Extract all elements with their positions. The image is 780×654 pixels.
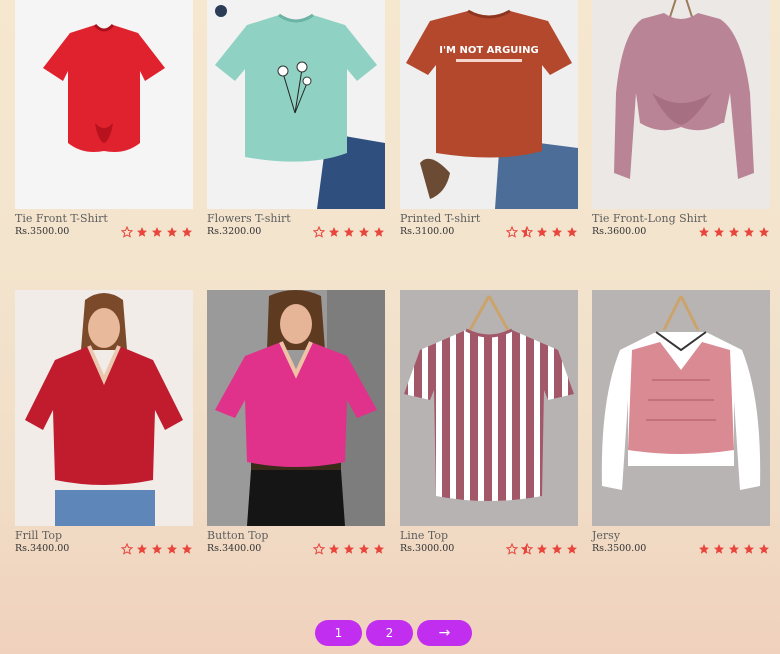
star-icon bbox=[759, 544, 769, 554]
star-icon bbox=[137, 544, 147, 554]
jersy-image bbox=[592, 290, 770, 526]
product-card[interactable]: I'M NOT ARGUING Printed T-shirt Rs.3100.… bbox=[400, 0, 578, 238]
printed-tshirt-image: I'M NOT ARGUING bbox=[400, 0, 578, 209]
star-icon bbox=[567, 227, 577, 237]
product-name[interactable]: Tie Front T-Shirt bbox=[15, 212, 193, 225]
star-icon bbox=[759, 227, 769, 237]
star-outline-icon bbox=[313, 543, 325, 555]
product-grid: Tie Front T-Shirt Rs.3500.00 Flowers T-s… bbox=[0, 0, 780, 654]
product-name[interactable]: Printed T-shirt bbox=[400, 212, 578, 225]
button-top-image bbox=[207, 290, 385, 526]
rating-stars bbox=[698, 543, 770, 555]
star-icon bbox=[537, 227, 547, 237]
product-price: Rs.3400.00 bbox=[207, 542, 262, 554]
product-price: Rs.3600.00 bbox=[592, 225, 647, 237]
star-icon bbox=[182, 227, 192, 237]
star-icon bbox=[374, 544, 384, 554]
product-price: Rs.3500.00 bbox=[592, 542, 647, 554]
rating-stars bbox=[506, 543, 578, 555]
star-icon bbox=[329, 544, 339, 554]
product-card[interactable]: Frill Top Rs.3400.00 bbox=[15, 290, 193, 555]
product-price: Rs.3000.00 bbox=[400, 542, 455, 554]
star-icon bbox=[182, 544, 192, 554]
flowers-tshirt-image bbox=[207, 0, 385, 209]
next-page-button[interactable]: → bbox=[417, 620, 472, 646]
star-outline-icon bbox=[121, 543, 133, 555]
star-icon bbox=[714, 227, 724, 237]
rating-stars bbox=[506, 226, 578, 238]
pink-long-shirt-image bbox=[592, 0, 770, 209]
star-icon bbox=[744, 544, 754, 554]
star-outline-icon bbox=[506, 226, 518, 238]
product-name[interactable]: Jersy bbox=[592, 529, 770, 542]
product-name[interactable]: Flowers T-shirt bbox=[207, 212, 385, 225]
star-icon bbox=[359, 544, 369, 554]
star-outline-icon bbox=[313, 226, 325, 238]
product-card[interactable]: Jersy Rs.3500.00 bbox=[592, 290, 770, 555]
star-icon bbox=[359, 227, 369, 237]
product-name[interactable]: Tie Front-Long Shirt bbox=[592, 212, 770, 225]
star-icon bbox=[552, 544, 562, 554]
shirt-print-text: I'M NOT ARGUING bbox=[439, 45, 538, 56]
product-card[interactable]: Tie Front-Long Shirt Rs.3600.00 bbox=[592, 0, 770, 238]
star-icon bbox=[699, 227, 709, 237]
rating-stars bbox=[313, 226, 385, 238]
product-image[interactable] bbox=[400, 290, 578, 526]
product-price: Rs.3200.00 bbox=[207, 225, 262, 237]
product-card[interactable]: Flowers T-shirt Rs.3200.00 bbox=[207, 0, 385, 238]
star-icon bbox=[152, 227, 162, 237]
star-icon bbox=[552, 227, 562, 237]
star-icon bbox=[329, 227, 339, 237]
star-icon bbox=[137, 227, 147, 237]
line-top-image bbox=[400, 290, 578, 526]
product-price: Rs.3400.00 bbox=[15, 542, 70, 554]
product-price: Rs.3500.00 bbox=[15, 225, 70, 237]
star-icon bbox=[167, 227, 177, 237]
star-icon bbox=[744, 227, 754, 237]
product-image[interactable] bbox=[592, 0, 770, 209]
star-icon bbox=[714, 544, 724, 554]
product-price: Rs.3100.00 bbox=[400, 225, 455, 237]
frill-top-image bbox=[15, 290, 193, 526]
star-icon bbox=[344, 544, 354, 554]
star-icon bbox=[729, 544, 739, 554]
star-half-icon bbox=[521, 543, 533, 555]
star-half-icon bbox=[521, 226, 533, 238]
product-name[interactable]: Frill Top bbox=[15, 529, 193, 542]
product-card[interactable]: Button Top Rs.3400.00 bbox=[207, 290, 385, 555]
star-icon bbox=[729, 227, 739, 237]
rating-stars bbox=[313, 543, 385, 555]
star-icon bbox=[344, 227, 354, 237]
product-name[interactable]: Line Top bbox=[400, 529, 578, 542]
rating-stars bbox=[121, 543, 193, 555]
pagination: 1 2 → bbox=[315, 620, 472, 646]
star-outline-icon bbox=[121, 226, 133, 238]
star-icon bbox=[167, 544, 177, 554]
product-image[interactable] bbox=[592, 290, 770, 526]
product-card[interactable]: Line Top Rs.3000.00 bbox=[400, 290, 578, 555]
star-icon bbox=[699, 544, 709, 554]
rating-stars bbox=[698, 226, 770, 238]
product-image[interactable] bbox=[15, 0, 193, 209]
product-image[interactable] bbox=[15, 290, 193, 526]
star-icon bbox=[152, 544, 162, 554]
product-image[interactable]: I'M NOT ARGUING bbox=[400, 0, 578, 209]
page-1-button[interactable]: 1 bbox=[315, 620, 362, 646]
star-icon bbox=[374, 227, 384, 237]
rating-stars bbox=[121, 226, 193, 238]
star-outline-icon bbox=[506, 543, 518, 555]
product-image[interactable] bbox=[207, 0, 385, 209]
star-icon bbox=[537, 544, 547, 554]
product-image[interactable] bbox=[207, 290, 385, 526]
red-tshirt-image bbox=[15, 0, 193, 209]
star-icon bbox=[567, 544, 577, 554]
page-2-button[interactable]: 2 bbox=[366, 620, 413, 646]
product-name[interactable]: Button Top bbox=[207, 529, 385, 542]
product-card[interactable]: Tie Front T-Shirt Rs.3500.00 bbox=[15, 0, 193, 238]
